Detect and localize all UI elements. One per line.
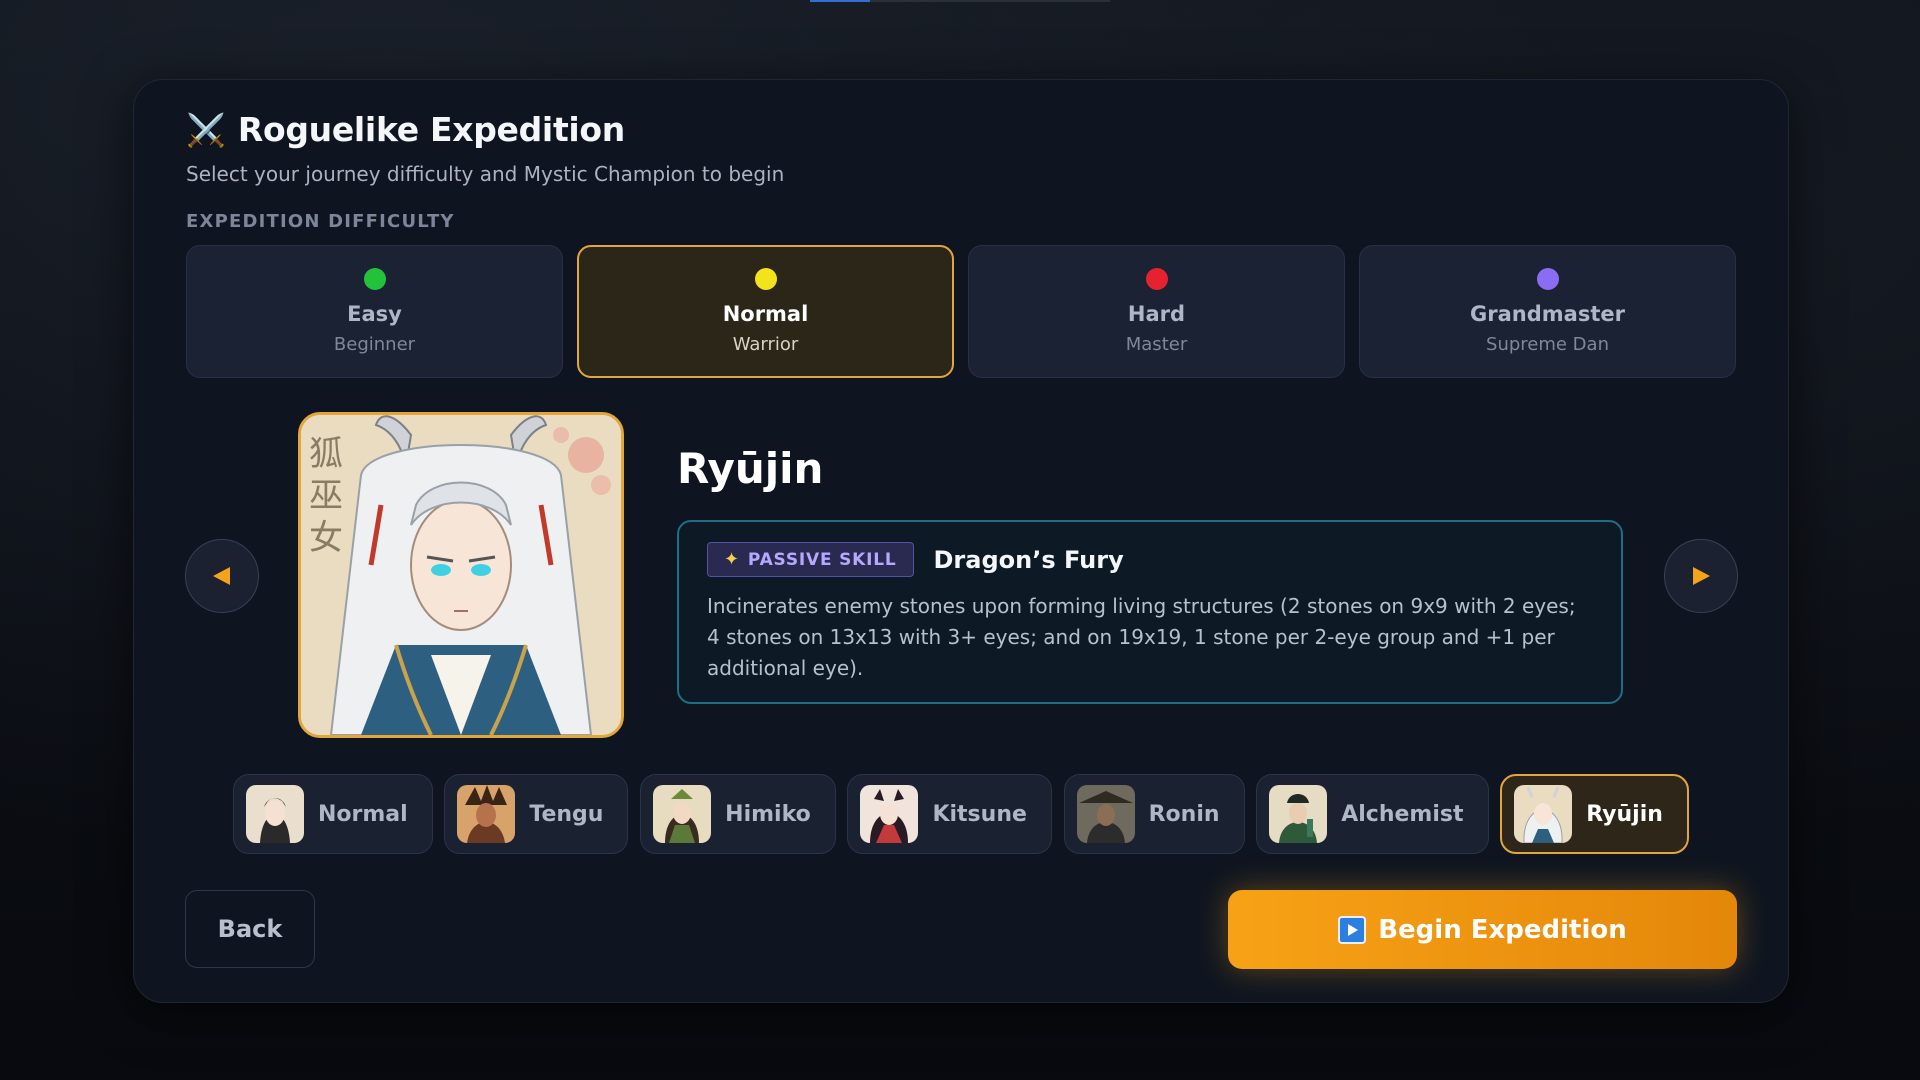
portrait-calligraphy: 狐: [309, 434, 343, 474]
roster-item-label: Kitsune: [932, 801, 1027, 827]
difficulty-dot-icon: [1145, 268, 1168, 290]
avatar: [1269, 785, 1328, 843]
difficulty-subtitle: Master: [1125, 334, 1188, 355]
difficulty-dot-icon: [363, 268, 386, 290]
svg-text:巫: 巫: [309, 476, 343, 516]
sparkle-icon: ✦: [724, 549, 740, 570]
begin-expedition-button[interactable]: Begin Expedition: [1228, 890, 1737, 969]
difficulty-name: Grandmaster: [1470, 302, 1625, 326]
passive-skill-panel: ✦ PASSIVE SKILL Dragon’s Fury Incinerate…: [677, 520, 1623, 704]
difficulty-subtitle: Beginner: [333, 334, 416, 355]
skill-badge-label: PASSIVE SKILL: [747, 549, 897, 570]
begin-expedition-label: Begin Expedition: [1378, 914, 1627, 945]
difficulty-subtitle: Warrior: [732, 334, 799, 355]
expedition-modal: ⚔️ Roguelike Expedition Select your jour…: [133, 79, 1789, 1003]
back-button[interactable]: Back: [185, 890, 315, 968]
roster-item-label: Tengu: [529, 801, 604, 827]
roster-item-label: Himiko: [725, 801, 811, 827]
difficulty-section-label: EXPEDITION DIFFICULTY: [186, 211, 455, 232]
skill-header: ✦ PASSIVE SKILL Dragon’s Fury: [707, 542, 1593, 577]
difficulty-grandmaster-option[interactable]: Grandmaster Supreme Dan: [1359, 245, 1736, 378]
roster-item-tengu[interactable]: Tengu: [444, 774, 629, 854]
roster-item-label: Ryūjin: [1586, 801, 1663, 827]
avatar: [1514, 785, 1573, 843]
difficulty-dot-icon: [1536, 268, 1559, 290]
skill-name: Dragon’s Fury: [933, 545, 1124, 574]
difficulty-name: Easy: [347, 302, 402, 326]
roster-item-label: Alchemist: [1341, 801, 1464, 827]
roster-item-label: Normal: [318, 801, 408, 827]
crossed-swords-icon: ⚔️: [186, 110, 226, 149]
champion-name: Ryūjin: [677, 444, 824, 493]
difficulty-hard-option[interactable]: Hard Master: [968, 245, 1345, 378]
difficulty-easy-option[interactable]: Easy Beginner: [186, 245, 563, 378]
next-champion-button[interactable]: [1664, 539, 1738, 613]
difficulty-normal-option[interactable]: Normal Warrior: [577, 245, 954, 378]
difficulty-name: Hard: [1127, 302, 1186, 326]
roster-item-ryujin[interactable]: Ryūjin: [1500, 774, 1689, 854]
svg-text:女: 女: [309, 518, 343, 558]
difficulty-subtitle: Supreme Dan: [1486, 334, 1609, 355]
avatar: [860, 785, 919, 843]
skill-description: Incinerates enemy stones upon forming li…: [707, 594, 1576, 680]
page-title: Roguelike Expedition: [237, 110, 625, 149]
avatar: [653, 785, 712, 843]
avatar: [457, 785, 516, 843]
roster-item-kitsune[interactable]: Kitsune: [847, 774, 1052, 854]
top-progress-fill: [810, 0, 870, 2]
play-icon: [1338, 915, 1367, 944]
roster-item-normal[interactable]: Normal: [233, 774, 433, 854]
roster-item-ronin[interactable]: Ronin: [1063, 774, 1245, 854]
dragon-champion-illustration: 狐 巫 女: [301, 415, 621, 735]
passive-skill-badge: ✦ PASSIVE SKILL: [707, 542, 914, 577]
avatar: [246, 785, 304, 843]
triangle-left-icon: [213, 567, 230, 585]
avatar: [1076, 785, 1135, 843]
champion-roster: Normal Tengu Himiko Kitsune Ronin Alchem…: [233, 774, 1689, 854]
roster-item-himiko[interactable]: Himiko: [640, 774, 836, 854]
difficulty-options: Easy Beginner Normal Warrior Hard Master…: [186, 245, 1736, 378]
triangle-right-icon: [1693, 567, 1710, 585]
roster-item-label: Ronin: [1148, 801, 1220, 827]
page-subtitle: Select your journey difficulty and Mysti…: [186, 162, 785, 186]
champion-portrait: 狐 巫 女: [298, 412, 624, 738]
title-row: ⚔️ Roguelike Expedition: [186, 110, 625, 149]
difficulty-name: Normal: [722, 302, 809, 326]
difficulty-dot-icon: [754, 268, 777, 290]
previous-champion-button[interactable]: [185, 539, 259, 613]
roster-item-alchemist[interactable]: Alchemist: [1256, 774, 1489, 854]
